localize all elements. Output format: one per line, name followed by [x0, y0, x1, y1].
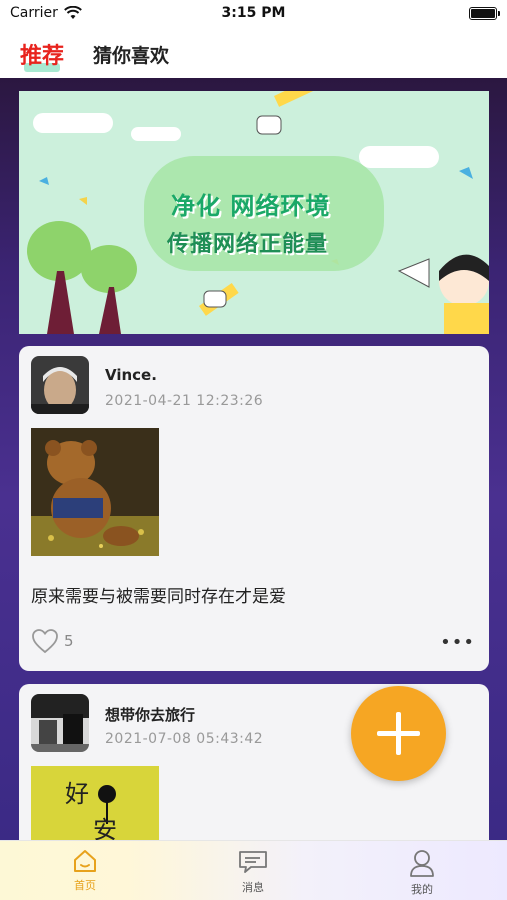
home-icon — [74, 850, 96, 872]
tab-messages-label: 消息 — [242, 881, 264, 894]
like-count: 5 — [64, 632, 74, 650]
profile-icon — [410, 850, 434, 877]
bottom-tab-bar: 首页 消息 我的 — [0, 840, 507, 900]
svg-text:好: 好 — [65, 780, 89, 808]
svg-text:安: 安 — [93, 816, 117, 840]
status-time: 3:15 PM — [221, 5, 286, 21]
tab-guess-you-like[interactable]: 猜你喜欢 — [93, 41, 169, 68]
tab-recommend[interactable]: 推荐 — [20, 38, 65, 72]
post-username[interactable]: Vince. — [105, 366, 157, 384]
heart-icon[interactable] — [31, 628, 59, 654]
post-image[interactable] — [31, 428, 159, 556]
tab-profile[interactable]: 我的 — [382, 849, 462, 897]
post-timestamp: 2021-07-08 05:43:42 — [105, 731, 264, 747]
battery-icon — [469, 7, 500, 20]
more-options-icon[interactable]: ••• — [440, 632, 475, 653]
banner-headline: 净化 网络环境 — [171, 192, 331, 220]
tab-recommend-label: 推荐 — [20, 44, 65, 69]
post-image[interactable]: 好 安 — [31, 766, 159, 840]
post-card[interactable]: Vince. 2021-04-21 12:23:26 原来需要与被需要同时存在才… — [19, 346, 489, 671]
tab-messages[interactable]: 消息 — [213, 849, 293, 895]
tab-home[interactable]: 首页 — [45, 849, 125, 893]
banner-subheadline: 传播网络正能量 — [167, 232, 329, 257]
message-icon — [239, 851, 267, 873]
status-bar: Carrier 3:15 PM — [0, 0, 507, 28]
tab-home-label: 首页 — [74, 879, 96, 892]
post-timestamp: 2021-04-21 12:23:26 — [105, 393, 264, 409]
banner[interactable]: 净化 网络环境 传播网络正能量 — [19, 91, 489, 334]
avatar[interactable] — [31, 694, 89, 752]
avatar[interactable] — [31, 356, 89, 414]
top-tabs: 推荐 猜你喜欢 — [0, 28, 507, 78]
post-content: 原来需要与被需要同时存在才是爱 — [31, 587, 286, 607]
tab-profile-label: 我的 — [411, 883, 433, 896]
add-post-button[interactable] — [351, 686, 446, 781]
post-username[interactable]: 想带你去旅行 — [105, 704, 195, 725]
